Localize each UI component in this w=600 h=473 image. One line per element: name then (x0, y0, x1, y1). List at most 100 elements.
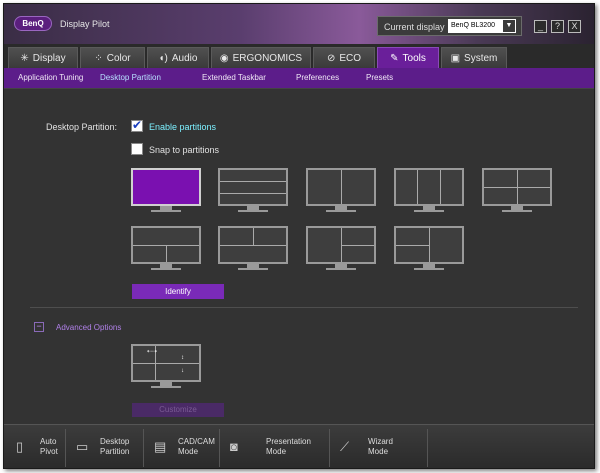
monitor-base (238, 210, 268, 212)
presentation-mode-button[interactable]: ◙ Presentation Mode (224, 429, 330, 467)
custom-layout-preview: ⇠⇢ ↕ ↓ (131, 344, 201, 390)
partition-line (220, 181, 286, 182)
monitor-icon: ▣ (450, 52, 461, 64)
layout-screen (306, 168, 376, 206)
sun-icon: ✳ (20, 52, 29, 64)
layout-screen (394, 168, 464, 206)
wizard-mode-label: Wizard Mode (368, 437, 393, 456)
speaker-icon: ◖) (158, 52, 168, 64)
enable-partitions-checkbox[interactable] (131, 118, 143, 132)
resize-arrow-icon: ↓ (181, 368, 184, 374)
customize-button: Customize (132, 403, 224, 417)
layout-option-8[interactable] (306, 226, 376, 272)
resize-arrow-icon: ↕ (181, 355, 184, 361)
partition-line (517, 170, 518, 204)
subtab-extended-taskbar[interactable]: Extended Taskbar (202, 73, 266, 82)
help-button[interactable]: ? (551, 20, 564, 33)
advanced-options-label[interactable]: Advanced Options (56, 323, 121, 332)
main-content: Desktop Partition: Enable partitions Sna… (4, 88, 594, 424)
cad-cam-mode-button[interactable]: ▤ CAD/CAM Mode (148, 429, 220, 467)
layout-screen (218, 168, 288, 206)
current-display-label: Current display (384, 22, 445, 32)
cad-icon: ▤ (154, 439, 167, 454)
subtab-preferences[interactable]: Preferences (296, 73, 339, 82)
layout-screen (131, 168, 201, 206)
collapse-icon[interactable]: − (34, 322, 44, 332)
layout-option-7[interactable] (218, 226, 288, 272)
projector-icon: ◙ (230, 439, 238, 454)
subtab-application-tuning[interactable]: Application Tuning (18, 73, 83, 82)
partition-line (341, 170, 342, 204)
title-bar: BenQ Display Pilot Current display BenQ … (4, 4, 594, 44)
auto-pivot-button[interactable]: ▯ Auto Pivot (10, 429, 66, 467)
close-button[interactable]: X (568, 20, 581, 33)
layout-option-2[interactable] (218, 168, 288, 214)
layout-option-9[interactable] (394, 226, 464, 272)
cad-cam-mode-label: CAD/CAM Mode (178, 437, 215, 456)
app-window: BenQ Display Pilot Current display BenQ … (3, 3, 595, 469)
partition-line (220, 245, 286, 246)
layout-option-3[interactable] (306, 168, 376, 214)
layout-option-6[interactable] (131, 226, 201, 272)
tab-label: Tools (402, 52, 426, 64)
monitor-base (238, 268, 268, 270)
tab-label: System (464, 52, 498, 64)
layout-screen (218, 226, 288, 264)
partition-line (253, 228, 254, 245)
tab-label: Display (32, 52, 66, 64)
pivot-icon: ▯ (16, 439, 24, 454)
tab-label: ECO (339, 52, 362, 64)
monitor-base (414, 210, 444, 212)
eye-icon: ◉ (219, 52, 229, 64)
layout-option-5[interactable] (482, 168, 552, 214)
wand-icon: ⟋ (340, 439, 350, 454)
tab-tools[interactable]: ✎ Tools (377, 47, 439, 68)
benq-logo: BenQ (14, 16, 52, 31)
partition-line (166, 245, 167, 262)
monitor-base (326, 268, 356, 270)
partition-line (440, 170, 441, 204)
tab-label: Audio (171, 52, 198, 64)
monitor-base (151, 386, 181, 388)
layout-screen (131, 226, 201, 264)
minimize-button[interactable]: _ (534, 20, 547, 33)
monitor-base (151, 268, 181, 270)
desktop-partition-button[interactable]: ▭ Desktop Partition (70, 429, 144, 467)
tab-ergonomics[interactable]: ◉ ERGONOMICS (211, 47, 311, 68)
desktop-partition-label: Desktop Partition: (46, 122, 118, 132)
layout-option-1[interactable] (131, 168, 201, 214)
identify-button[interactable]: Identify (132, 284, 224, 299)
subtab-desktop-partition[interactable]: Desktop Partition (100, 73, 161, 82)
subtab-presets[interactable]: Presets (366, 73, 393, 82)
presentation-mode-label: Presentation Mode (266, 437, 311, 456)
partition-line (396, 245, 429, 246)
tab-system[interactable]: ▣ System (441, 47, 507, 68)
layout-option-4[interactable] (394, 168, 464, 214)
monitor-base (414, 268, 444, 270)
enable-partitions-label[interactable]: Enable partitions (149, 122, 216, 132)
tab-audio[interactable]: ◖) Audio (147, 47, 209, 68)
divider (30, 307, 578, 308)
display-select-value: BenQ BL3200 (451, 22, 495, 29)
monitor-base (151, 210, 181, 212)
leaf-icon: ⊘ (326, 52, 336, 64)
partition-icon: ▭ (76, 439, 89, 454)
monitor-base (502, 210, 532, 212)
tab-color[interactable]: ⁘ Color (80, 47, 145, 68)
tab-eco[interactable]: ⊘ ECO (313, 47, 375, 68)
wizard-mode-button[interactable]: ⟋ Wizard Mode (334, 429, 428, 467)
auto-pivot-label: Auto Pivot (40, 437, 58, 456)
sub-tabs: Application Tuning Desktop Partition Ext… (4, 68, 594, 88)
desktop-partition-label: Desktop Partition (100, 437, 130, 456)
snap-partitions-checkbox[interactable] (131, 143, 143, 155)
bottom-bar: ▯ Auto Pivot ▭ Desktop Partition ▤ CAD/CAM… (4, 424, 594, 468)
tab-display[interactable]: ✳ Display (8, 47, 78, 68)
layout-screen (394, 226, 464, 264)
partition-line (429, 228, 430, 262)
display-select[interactable]: BenQ BL3200 ▼ (448, 19, 516, 33)
snap-partitions-label[interactable]: Snap to partitions (149, 145, 219, 155)
palette-icon: ⁘ (94, 52, 103, 64)
resize-arrow-icon: ⇠⇢ (147, 349, 158, 355)
wrench-icon: ✎ (390, 52, 399, 64)
chevron-down-icon[interactable]: ▼ (503, 20, 515, 32)
